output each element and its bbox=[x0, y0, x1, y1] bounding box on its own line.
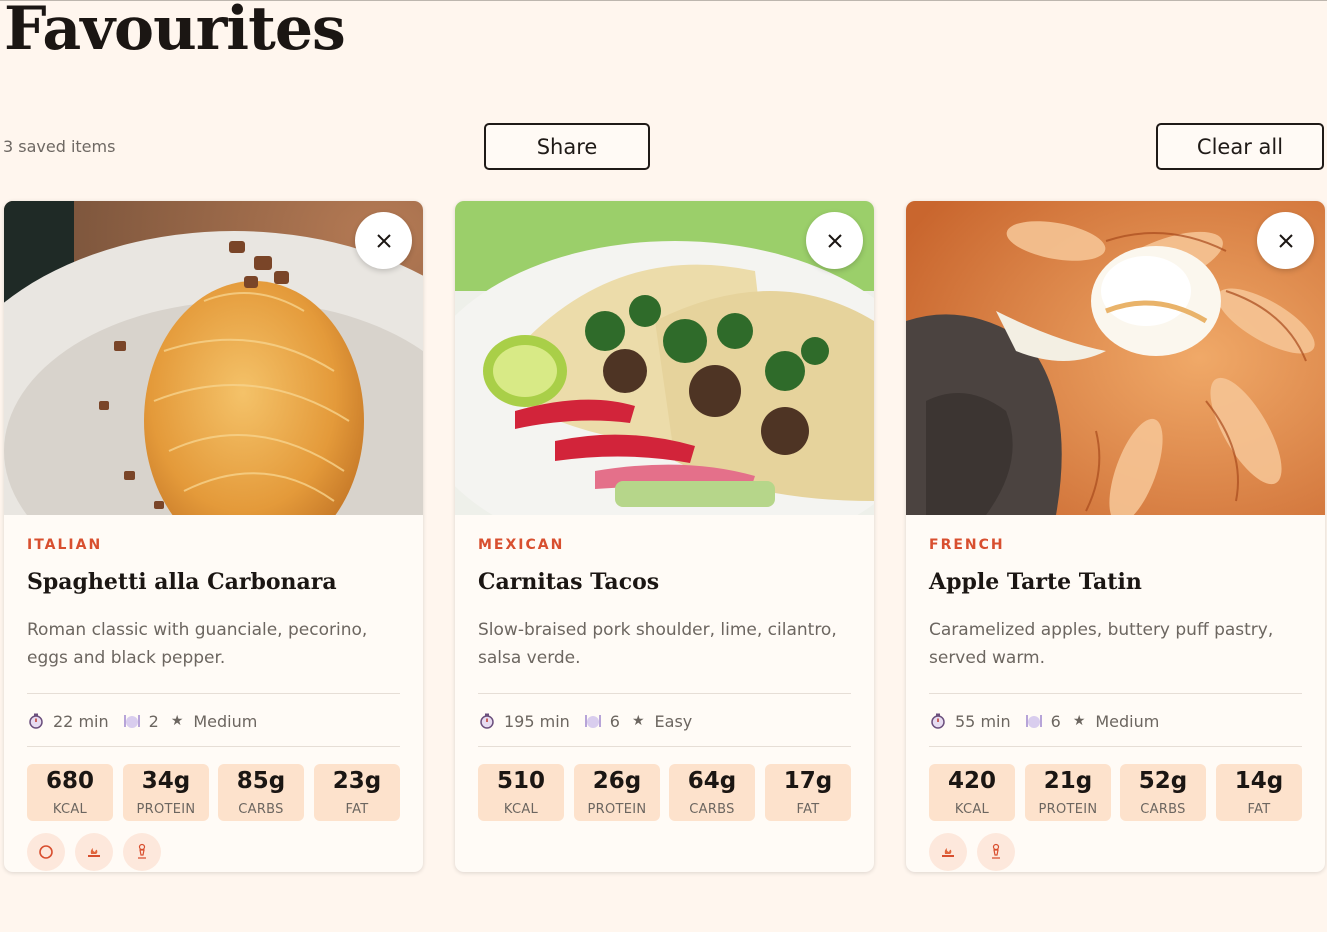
remove-favourite-button[interactable] bbox=[355, 212, 412, 269]
nutrition-value: 21g bbox=[1043, 768, 1093, 794]
nutrition-protein: 21g PROTEIN bbox=[1025, 764, 1111, 821]
divider bbox=[929, 746, 1302, 747]
divider bbox=[27, 693, 400, 694]
nutrition-kcal: 680 KCAL bbox=[27, 764, 113, 821]
chef-icon bbox=[992, 843, 1000, 859]
recipe-title[interactable]: Spaghetti alla Carbonara bbox=[27, 569, 337, 595]
cook-time: 195 min bbox=[504, 711, 570, 731]
nutrition-label: CARBS bbox=[1140, 802, 1186, 817]
stopwatch-icon bbox=[929, 712, 947, 730]
recipe-card-carnitas-tacos[interactable]: MEXICAN Carnitas Tacos Slow-braised pork… bbox=[455, 201, 874, 872]
remove-favourite-button[interactable] bbox=[1257, 212, 1314, 269]
diet-badge-fire bbox=[75, 833, 113, 871]
difficulty: Medium bbox=[1095, 711, 1160, 731]
chef-icon bbox=[138, 843, 146, 859]
nutrition-value: 23g bbox=[332, 768, 382, 794]
divider bbox=[478, 746, 851, 747]
recipe-title[interactable]: Carnitas Tacos bbox=[478, 569, 659, 595]
nutrition-fat: 17g FAT bbox=[765, 764, 851, 821]
nutrition-value: 17g bbox=[783, 768, 833, 794]
clear-all-button[interactable]: Clear all bbox=[1156, 123, 1324, 170]
star-icon: ★ bbox=[170, 713, 184, 729]
cuisine-label: FRENCH bbox=[929, 537, 1005, 553]
recipe-description: Slow-braised pork shoulder, lime, cilant… bbox=[478, 620, 837, 668]
stopwatch-icon bbox=[27, 712, 45, 730]
nutrition-value: 14g bbox=[1234, 768, 1284, 794]
nutrition-label: FAT bbox=[1247, 802, 1271, 817]
plate-icon bbox=[1025, 712, 1043, 730]
nutrition-carbs: 85g CARBS bbox=[218, 764, 304, 821]
nutrition-value: 64g bbox=[687, 768, 737, 794]
cuisine-label: MEXICAN bbox=[478, 537, 565, 553]
recipe-meta: 55 min 6 ★ Medium bbox=[929, 710, 1159, 732]
star-icon: ★ bbox=[1072, 713, 1086, 729]
diet-badge-fire bbox=[929, 833, 967, 871]
nutrition-kcal: 510 KCAL bbox=[478, 764, 564, 821]
nutrition-value: 420 bbox=[947, 768, 996, 794]
difficulty: Easy bbox=[654, 711, 693, 731]
nutrition-value: 510 bbox=[496, 768, 545, 794]
cook-time: 22 min bbox=[53, 711, 109, 731]
recipe-description: Caramelized apples, buttery puff pastry,… bbox=[929, 620, 1274, 668]
servings: 6 bbox=[1050, 711, 1061, 731]
cook-time: 55 min bbox=[955, 711, 1011, 731]
page-title: Favourites bbox=[4, 0, 346, 64]
recipe-meta: 195 min 6 ★ Easy bbox=[478, 710, 692, 732]
nutrition-value: 34g bbox=[141, 768, 191, 794]
nutrition-label: FAT bbox=[796, 802, 820, 817]
recipe-title[interactable]: Apple Tarte Tatin bbox=[929, 569, 1142, 595]
servings: 6 bbox=[609, 711, 620, 731]
nutrition-fat: 23g FAT bbox=[314, 764, 400, 821]
remove-favourite-button[interactable] bbox=[806, 212, 863, 269]
saved-count: 3 saved items bbox=[3, 137, 116, 156]
recipe-card-apple-tarte-tatin[interactable]: FRENCH Apple Tarte Tatin Caramelized app… bbox=[906, 201, 1325, 872]
diet-badge-chef bbox=[977, 833, 1015, 871]
nutrition-label: KCAL bbox=[503, 802, 539, 817]
divider bbox=[27, 746, 400, 747]
nutrition-fat: 14g FAT bbox=[1216, 764, 1302, 821]
recipe-meta: 22 min 2 ★ Medium bbox=[27, 710, 257, 732]
nutrition-label: PROTEIN bbox=[587, 802, 647, 817]
close-icon bbox=[827, 233, 842, 248]
cuisine-label: ITALIAN bbox=[27, 537, 103, 553]
divider bbox=[478, 693, 851, 694]
nutrition-label: KCAL bbox=[52, 802, 88, 817]
nutrition-label: FAT bbox=[345, 802, 369, 817]
share-button[interactable]: Share bbox=[484, 123, 650, 170]
close-icon bbox=[376, 233, 391, 248]
nutrition-value: 26g bbox=[592, 768, 642, 794]
fire-icon bbox=[942, 848, 954, 857]
nutrition-value: 680 bbox=[45, 768, 94, 794]
ring-icon bbox=[39, 845, 53, 859]
nutrition-value: 52g bbox=[1138, 768, 1188, 794]
plate-icon bbox=[123, 712, 141, 730]
stopwatch-icon bbox=[478, 712, 496, 730]
nutrition-label: CARBS bbox=[689, 802, 735, 817]
servings: 2 bbox=[148, 711, 159, 731]
nutrition-protein: 34g PROTEIN bbox=[123, 764, 209, 821]
recipe-card-carbonara[interactable]: ITALIAN Spaghetti alla Carbonara Roman c… bbox=[4, 201, 423, 872]
diet-badge-chef bbox=[123, 833, 161, 871]
nutrition-label: PROTEIN bbox=[136, 802, 196, 817]
plate-icon bbox=[584, 712, 602, 730]
nutrition-protein: 26g PROTEIN bbox=[574, 764, 660, 821]
diet-badge-ring bbox=[27, 833, 65, 871]
nutrition-carbs: 52g CARBS bbox=[1120, 764, 1206, 821]
recipe-description: Roman classic with guanciale, pecorino, … bbox=[27, 620, 368, 668]
difficulty: Medium bbox=[193, 711, 258, 731]
star-icon: ★ bbox=[631, 713, 645, 729]
close-icon bbox=[1278, 233, 1293, 248]
nutrition-kcal: 420 KCAL bbox=[929, 764, 1015, 821]
nutrition-label: KCAL bbox=[954, 802, 990, 817]
nutrition-label: CARBS bbox=[238, 802, 284, 817]
nutrition-label: PROTEIN bbox=[1038, 802, 1098, 817]
nutrition-carbs: 64g CARBS bbox=[669, 764, 755, 821]
fire-icon bbox=[88, 848, 100, 857]
nutrition-value: 85g bbox=[236, 768, 286, 794]
divider bbox=[929, 693, 1302, 694]
